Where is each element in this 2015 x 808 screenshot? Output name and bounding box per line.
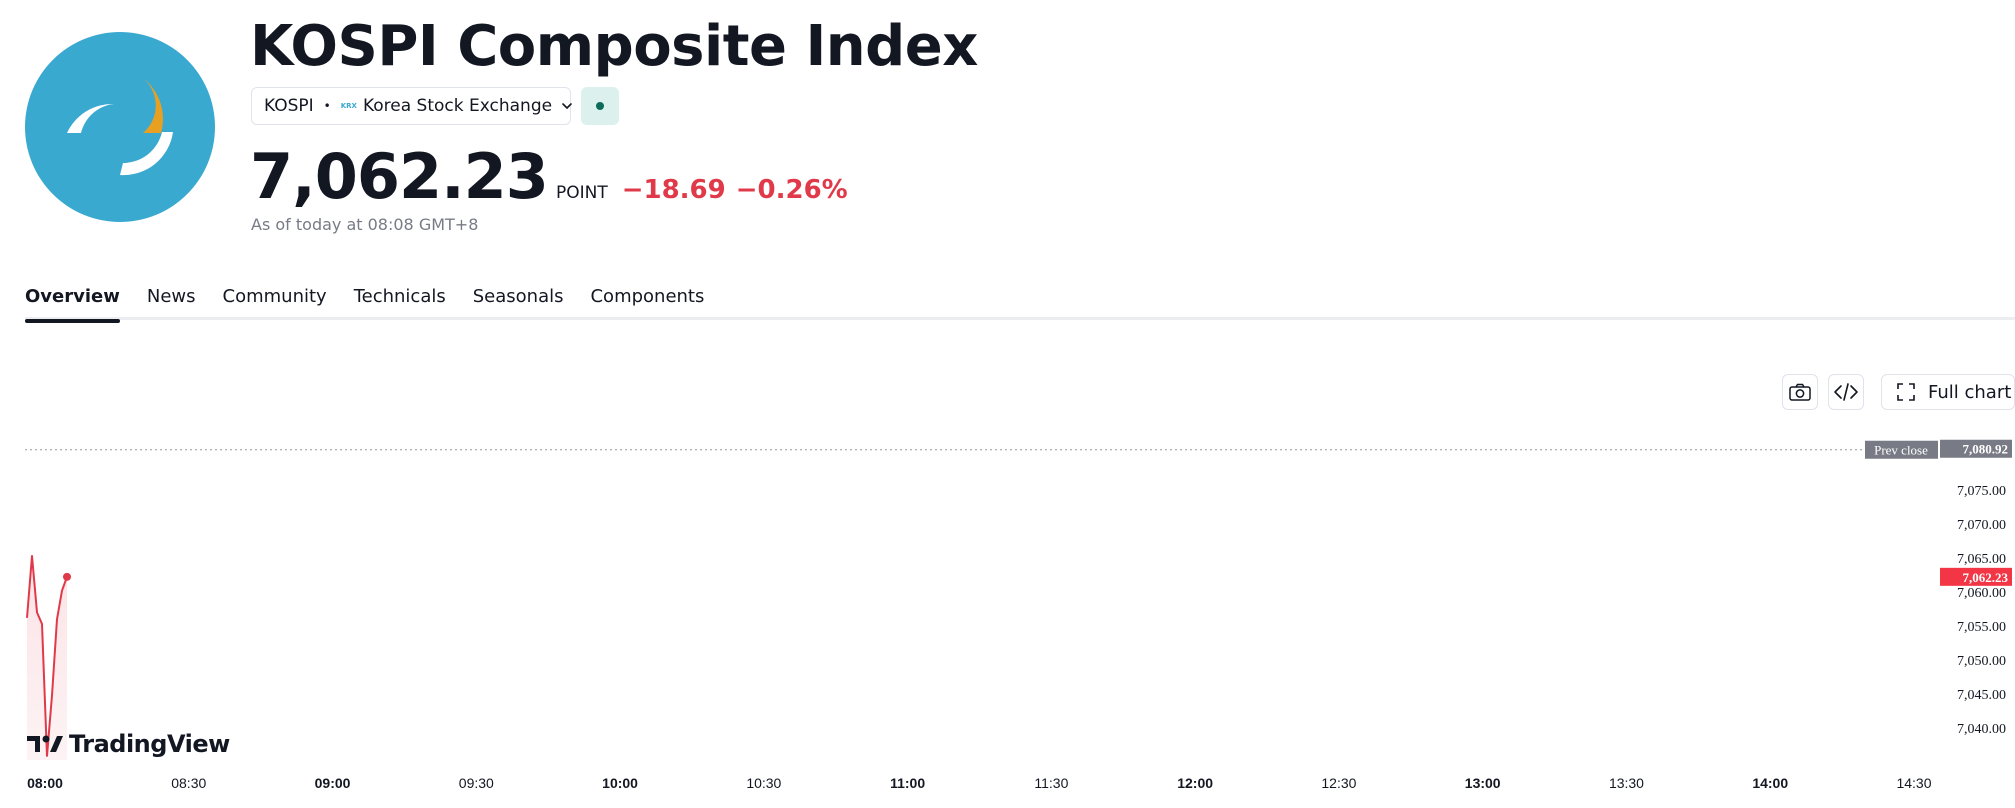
code-icon — [1834, 383, 1858, 401]
y-tick-label: 7,045.00 — [1957, 688, 2006, 703]
x-tick-label: 09:30 — [459, 775, 494, 791]
price-chart[interactable]: 7,075.00 7,070.00 7,065.00 7,060.00 7,055.00… — [0, 430, 2015, 808]
logo-orange-arc — [143, 78, 163, 133]
tab-seasonals[interactable]: Seasonals — [473, 284, 564, 320]
x-tick-label: 13:00 — [1465, 775, 1501, 791]
tradingview-icon — [27, 735, 63, 752]
status-dot-icon — [596, 102, 604, 110]
full-chart-button[interactable]: Full chart — [1881, 374, 2015, 410]
price-change-percent: −0.26% — [735, 175, 848, 205]
symbol-label: KOSPI — [264, 96, 314, 116]
x-tick-label: 14:00 — [1752, 775, 1788, 791]
as-of-timestamp: As of today at 08:08 GMT+8 — [251, 215, 479, 234]
market-status-indicator[interactable] — [581, 87, 619, 125]
last-price-tag: 7,062.23 — [1940, 567, 2012, 586]
price-change: −18.69 — [621, 175, 726, 205]
camera-icon — [1789, 383, 1811, 401]
expand-icon — [1897, 383, 1915, 401]
exchange-selector[interactable]: KOSPI • KRX Korea Stock Exchange — [251, 87, 574, 125]
x-tick-label: 08:30 — [171, 775, 206, 791]
krx-logo-icon: KRX — [340, 102, 357, 110]
full-chart-label: Full chart — [1928, 381, 2012, 403]
tradingview-logo[interactable]: TradingView — [27, 730, 230, 758]
chevron-down-icon — [560, 99, 574, 113]
y-tick-label: 7,040.00 — [1957, 722, 2006, 737]
tab-overview[interactable]: Overview — [25, 284, 120, 323]
y-tick-label: 7,065.00 — [1957, 552, 2006, 567]
y-tick-label: 7,050.00 — [1957, 654, 2006, 669]
x-tick-label: 14:30 — [1896, 775, 1931, 791]
prev-close-label: Prev close — [1874, 443, 1928, 458]
last-price-dot — [63, 572, 71, 581]
tab-components[interactable]: Components — [590, 284, 704, 320]
x-tick-label: 13:30 — [1609, 775, 1644, 791]
x-tick-label: 10:00 — [602, 775, 638, 791]
x-tick-label: 09:00 — [315, 775, 351, 791]
y-axis: 7,075.00 7,070.00 7,065.00 7,060.00 7,055.00… — [1957, 484, 2006, 737]
y-tick-label: 7,055.00 — [1957, 620, 2006, 635]
separator-dot: • — [323, 99, 331, 113]
x-axis: 08:00 08:30 09:00 09:30 10:00 10:30 11:00 11:30… — [27, 775, 1932, 791]
x-tick-label: 11:30 — [1034, 775, 1068, 791]
tab-bar: Overview News Community Technicals Seaso… — [25, 284, 2015, 323]
kospi-logo — [25, 32, 215, 222]
current-price: 7,062.23 — [250, 140, 549, 213]
x-tick-label: 12:00 — [1177, 775, 1213, 791]
y-tick-label: 7,070.00 — [1957, 518, 2006, 533]
y-tick-label: 7,060.00 — [1957, 586, 2006, 601]
logo-white-arc-left — [67, 103, 114, 133]
exchange-label: Korea Stock Exchange — [362, 96, 553, 116]
page-title: KOSPI Composite Index — [250, 14, 978, 79]
snapshot-button[interactable] — [1782, 374, 1818, 410]
tab-community[interactable]: Community — [223, 284, 327, 320]
x-tick-label: 11:00 — [890, 775, 925, 791]
prev-close-tag: Prev close 7,080.92 — [1865, 439, 2012, 459]
logo-white-arc-right — [120, 132, 173, 176]
last-price-value: 7,062.23 — [1963, 570, 2009, 585]
x-tick-label: 12:30 — [1321, 775, 1356, 791]
tab-technicals[interactable]: Technicals — [354, 284, 446, 320]
embed-button[interactable] — [1828, 374, 1864, 410]
tab-news[interactable]: News — [147, 284, 196, 320]
x-tick-label: 10:30 — [746, 775, 781, 791]
prev-close-value: 7,080.92 — [1963, 442, 2009, 457]
price-unit: POINT — [555, 183, 608, 203]
tradingview-label: TradingView — [69, 730, 230, 758]
y-tick-label: 7,075.00 — [1957, 484, 2006, 499]
x-tick-label: 08:00 — [27, 775, 63, 791]
price-row: 7,062.23 POINT −18.69 −0.26% — [250, 140, 848, 213]
